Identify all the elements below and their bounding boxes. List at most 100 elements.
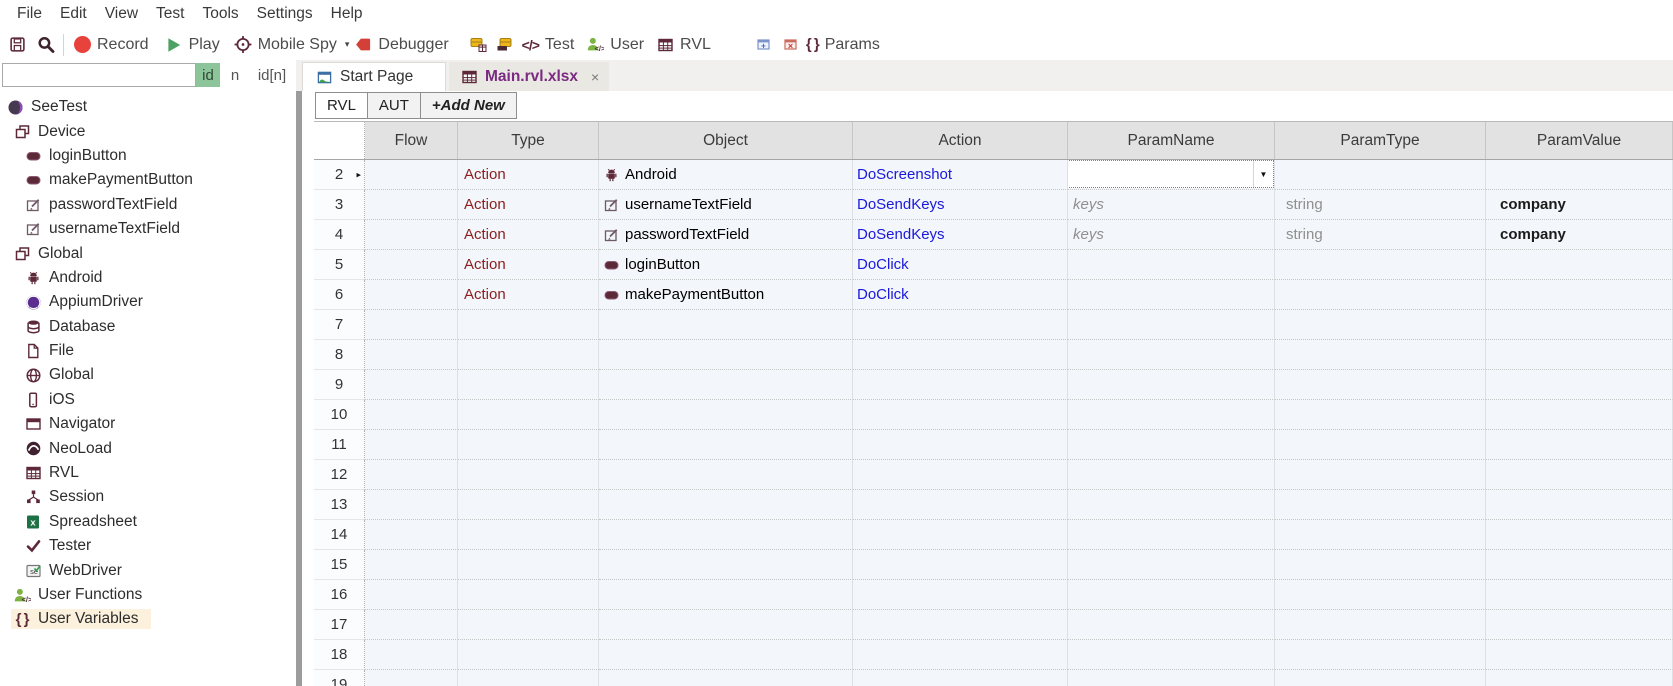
user-code-button[interactable]: </> User (586, 36, 644, 54)
cell-object[interactable] (599, 670, 853, 686)
cell-object[interactable] (599, 640, 853, 670)
paramname-combobox[interactable]: ▼ (1068, 160, 1274, 188)
cell-action[interactable]: DoSendKeys (853, 190, 1068, 220)
cell-object[interactable]: usernameTextField (599, 190, 853, 220)
cell-flow[interactable] (365, 220, 458, 250)
cell-param-name[interactable] (1068, 310, 1275, 340)
chevron-down-icon[interactable]: ▾ (345, 39, 350, 50)
cell-param-value[interactable] (1486, 430, 1673, 460)
cell-param-type[interactable] (1275, 610, 1486, 640)
cell-param-value[interactable] (1486, 160, 1673, 190)
row-number[interactable]: 10 (314, 400, 365, 430)
cell-type[interactable]: Action (458, 190, 599, 220)
cell-param-name[interactable] (1068, 520, 1275, 550)
cell-type[interactable] (458, 550, 599, 580)
cell-flow[interactable] (365, 430, 458, 460)
menu-item-view[interactable]: View (96, 5, 147, 23)
cell-param-type[interactable] (1275, 280, 1486, 310)
sidebar-item-file[interactable]: File (0, 339, 296, 363)
cell-param-name[interactable] (1068, 550, 1275, 580)
sidebar-item-database[interactable]: Database (0, 315, 296, 339)
cell-action[interactable] (853, 610, 1068, 640)
row-number[interactable]: 5 (314, 250, 365, 280)
cell-param-name[interactable] (1068, 370, 1275, 400)
cell-action[interactable] (853, 520, 1068, 550)
menu-item-settings[interactable]: Settings (248, 5, 322, 23)
cell-param-name[interactable] (1068, 250, 1275, 280)
cell-type[interactable]: Action (458, 160, 599, 190)
cell-object[interactable]: Android (599, 160, 853, 190)
cell-action[interactable] (853, 460, 1068, 490)
sidebar-item-spreadsheet[interactable]: xSpreadsheet (0, 510, 296, 534)
cell-type[interactable] (458, 460, 599, 490)
column-header-paramname[interactable]: ParamName (1068, 122, 1275, 159)
cell-type[interactable] (458, 490, 599, 520)
sidebar-item-passwordtextfield[interactable]: passwordTextField (0, 193, 296, 217)
search-input[interactable] (2, 63, 196, 87)
cell-action[interactable] (853, 400, 1068, 430)
cell-action[interactable] (853, 310, 1068, 340)
sidebar-item-global[interactable]: Global (0, 241, 296, 265)
cell-param-type[interactable] (1275, 160, 1486, 190)
cell-flow[interactable] (365, 370, 458, 400)
cell-type[interactable] (458, 430, 599, 460)
close-window-icon[interactable]: × (782, 36, 800, 54)
column-header-paramtype[interactable]: ParamType (1275, 122, 1486, 159)
row-number[interactable]: 19 (314, 670, 365, 686)
sidebar-item-makepaymentbutton[interactable]: makePaymentButton (0, 168, 296, 192)
cell-action[interactable] (853, 430, 1068, 460)
sidebar-item-user-functions[interactable]: </>User Functions (0, 583, 296, 607)
cell-type[interactable] (458, 670, 599, 686)
cell-type[interactable] (458, 580, 599, 610)
row-number[interactable]: 8 (314, 340, 365, 370)
cell-object[interactable] (599, 370, 853, 400)
cell-param-type[interactable] (1275, 370, 1486, 400)
cell-object[interactable]: loginButton (599, 250, 853, 280)
cell-param-name[interactable] (1068, 460, 1275, 490)
sidebar-item-appiumdriver[interactable]: AppiumDriver (0, 290, 296, 314)
cell-type[interactable] (458, 340, 599, 370)
sidebar-item-device[interactable]: Device (0, 119, 296, 143)
mobile-spy-button[interactable]: Mobile Spy ▾ (234, 36, 350, 54)
cell-action[interactable]: DoClick (853, 250, 1068, 280)
cell-flow[interactable] (365, 310, 458, 340)
cell-param-value[interactable] (1486, 520, 1673, 550)
cell-object[interactable] (599, 610, 853, 640)
cell-param-name[interactable] (1068, 400, 1275, 430)
sidebar-item-loginbutton[interactable]: loginButton (0, 144, 296, 168)
row-number[interactable]: 2▸ (314, 160, 365, 190)
cell-param-name[interactable] (1068, 580, 1275, 610)
rvl-button[interactable]: RVL (656, 36, 711, 54)
record-button[interactable]: Record (74, 36, 149, 54)
cell-param-name[interactable]: keys (1068, 190, 1275, 220)
locator-mode-id-button[interactable]: id (196, 63, 220, 87)
sheet-tab--add-new[interactable]: +Add New (421, 92, 517, 119)
sidebar-item-android[interactable]: Android (0, 266, 296, 290)
cell-param-name[interactable] (1068, 280, 1275, 310)
row-number[interactable]: 9 (314, 370, 365, 400)
cell-param-type[interactable] (1275, 250, 1486, 280)
cell-flow[interactable] (365, 520, 458, 550)
cell-action[interactable] (853, 580, 1068, 610)
sheet-tab-aut[interactable]: AUT (368, 92, 421, 119)
sidebar-item-user-variables[interactable]: { }User Variables (0, 607, 296, 631)
cell-param-type[interactable] (1275, 550, 1486, 580)
cell-param-value[interactable] (1486, 280, 1673, 310)
cell-flow[interactable] (365, 340, 458, 370)
cell-action[interactable]: DoClick (853, 280, 1068, 310)
tab-start-page[interactable]: Start Page (302, 62, 446, 91)
add-window-icon[interactable]: + (755, 36, 773, 54)
row-number[interactable]: 13 (314, 490, 365, 520)
cell-param-type[interactable] (1275, 310, 1486, 340)
cell-type[interactable] (458, 370, 599, 400)
cell-type[interactable] (458, 610, 599, 640)
cell-param-value[interactable] (1486, 640, 1673, 670)
cell-param-value[interactable]: company (1486, 220, 1673, 250)
cell-param-type[interactable] (1275, 340, 1486, 370)
cell-type[interactable] (458, 400, 599, 430)
cell-flow[interactable] (365, 250, 458, 280)
cell-param-name[interactable] (1068, 610, 1275, 640)
combobox-dropdown-button[interactable]: ▼ (1253, 161, 1273, 187)
cell-param-type[interactable] (1275, 400, 1486, 430)
cell-object[interactable] (599, 460, 853, 490)
